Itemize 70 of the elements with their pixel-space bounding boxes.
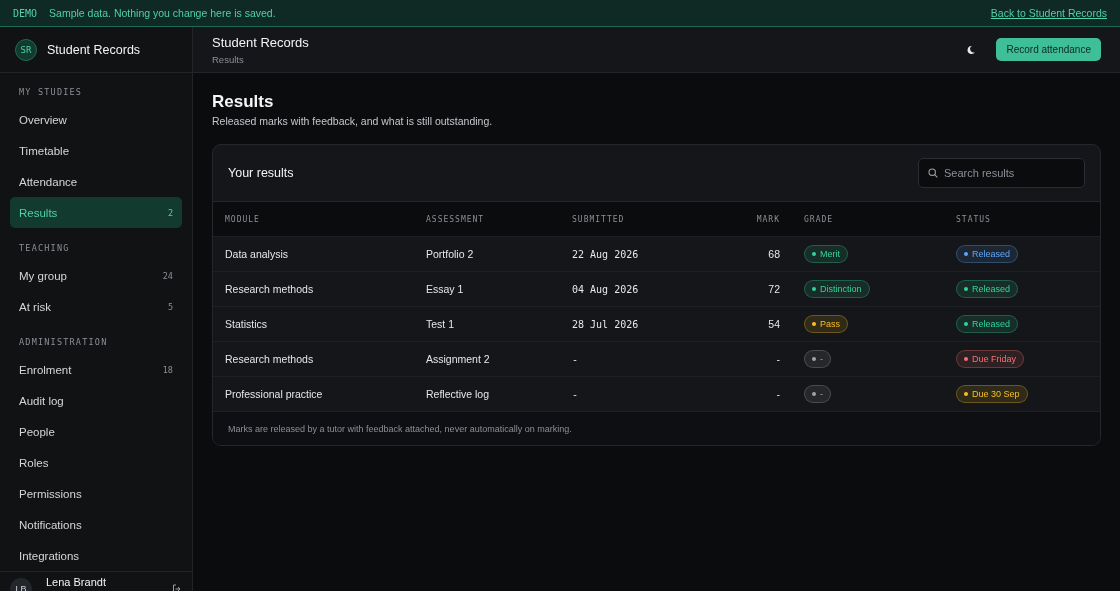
nav-item[interactable]: Attendance bbox=[10, 166, 182, 197]
table-cell: Data analysis bbox=[225, 248, 289, 260]
table-cell: - bbox=[572, 388, 579, 400]
moon-icon[interactable] bbox=[966, 44, 977, 55]
column-header: MARK bbox=[756, 214, 780, 224]
section-heading: ADMINISTRATION bbox=[18, 336, 109, 349]
nav-item[interactable]: Timetable bbox=[10, 135, 182, 166]
page-subtitle: Released marks with feedback, and what is still outstanding. bbox=[212, 115, 494, 127]
column-header: ASSESSMENT bbox=[426, 214, 485, 224]
app-name: Student Records bbox=[47, 42, 141, 57]
header-title: Student Records bbox=[212, 34, 310, 50]
table-cell: Test 1 bbox=[426, 318, 454, 330]
app-logo: SR bbox=[15, 38, 37, 61]
user-name: Lena Brandt bbox=[46, 576, 107, 588]
badge-label: Released bbox=[956, 315, 1019, 333]
table-cell: 28 Jul 2026 bbox=[572, 318, 639, 330]
table-cell: 72 bbox=[768, 283, 780, 295]
badge-label: Released bbox=[956, 280, 1019, 298]
nav-item[interactable]: Results 2 bbox=[10, 197, 182, 228]
column-header: GRADE bbox=[804, 214, 834, 224]
table-cell: - bbox=[776, 388, 780, 400]
section-heading: MY STUDIES bbox=[18, 86, 84, 99]
table-cell: Essay 1 bbox=[426, 283, 464, 295]
table-cell: Research methods bbox=[225, 283, 314, 295]
table-cell: 22 Aug 2026 bbox=[572, 248, 639, 260]
search-field[interactable]: Search results bbox=[918, 158, 1085, 188]
badge-label: Released bbox=[956, 245, 1019, 263]
footnote: Marks are released by a tutor with feedback attached, never automatically on marking. bbox=[228, 423, 572, 434]
nav-item[interactable]: Roles bbox=[10, 447, 182, 478]
demo-message: Sample data. Nothing you change here is saved. bbox=[49, 7, 276, 19]
column-header: STATUS bbox=[956, 214, 991, 224]
badge-label: Merit bbox=[804, 245, 848, 263]
breadcrumb: Results bbox=[212, 53, 245, 65]
table-cell: Professional practice bbox=[225, 388, 323, 400]
badge-label: Due 30 Sep bbox=[956, 385, 1028, 403]
table-cell: Statistics bbox=[225, 318, 267, 330]
table-cell: Portfolio 2 bbox=[426, 248, 474, 260]
nav-item[interactable]: Permissions bbox=[10, 478, 182, 509]
table-cell: - bbox=[572, 353, 579, 365]
nav-item[interactable]: Integrations bbox=[10, 540, 182, 571]
badge-label: Pass bbox=[804, 315, 848, 333]
nav-item[interactable]: Overview bbox=[10, 104, 182, 135]
demo-label: DEMO bbox=[13, 7, 38, 19]
nav-item[interactable]: My group 24 bbox=[10, 260, 182, 291]
badge-label: - bbox=[804, 350, 831, 368]
badge-label: - bbox=[804, 385, 831, 403]
back-link[interactable]: Back to Student Records bbox=[990, 7, 1107, 19]
nav-item[interactable]: People bbox=[10, 416, 182, 447]
table-cell: 04 Aug 2026 bbox=[572, 283, 639, 295]
table-cell: Reflective log bbox=[426, 388, 490, 400]
record-attendance-button[interactable]: Record attendance bbox=[996, 38, 1101, 61]
table-cell: Assignment 2 bbox=[426, 353, 490, 365]
search-icon bbox=[928, 168, 938, 178]
nav-item[interactable]: Audit log bbox=[10, 385, 182, 416]
badge-label: Distinction bbox=[804, 280, 870, 298]
card-title: Your results bbox=[228, 166, 295, 180]
table-cell: 54 bbox=[768, 318, 780, 330]
nav-item[interactable]: Notifications bbox=[10, 509, 182, 540]
nav-item[interactable]: Enrolment 18 bbox=[10, 354, 182, 385]
table-cell: - bbox=[776, 353, 780, 365]
table-cell: Research methods bbox=[225, 353, 314, 365]
column-header: MODULE bbox=[225, 214, 260, 224]
section-heading: TEACHING bbox=[18, 242, 71, 255]
page-title: Results bbox=[212, 92, 275, 112]
column-header: SUBMITTED bbox=[572, 214, 625, 224]
search-input[interactable]: Search results bbox=[944, 167, 1074, 179]
logout-icon[interactable] bbox=[172, 584, 182, 591]
nav-item[interactable]: At risk 5 bbox=[10, 291, 182, 322]
table-cell: 68 bbox=[768, 248, 780, 260]
badge-label: Due Friday bbox=[956, 350, 1024, 368]
